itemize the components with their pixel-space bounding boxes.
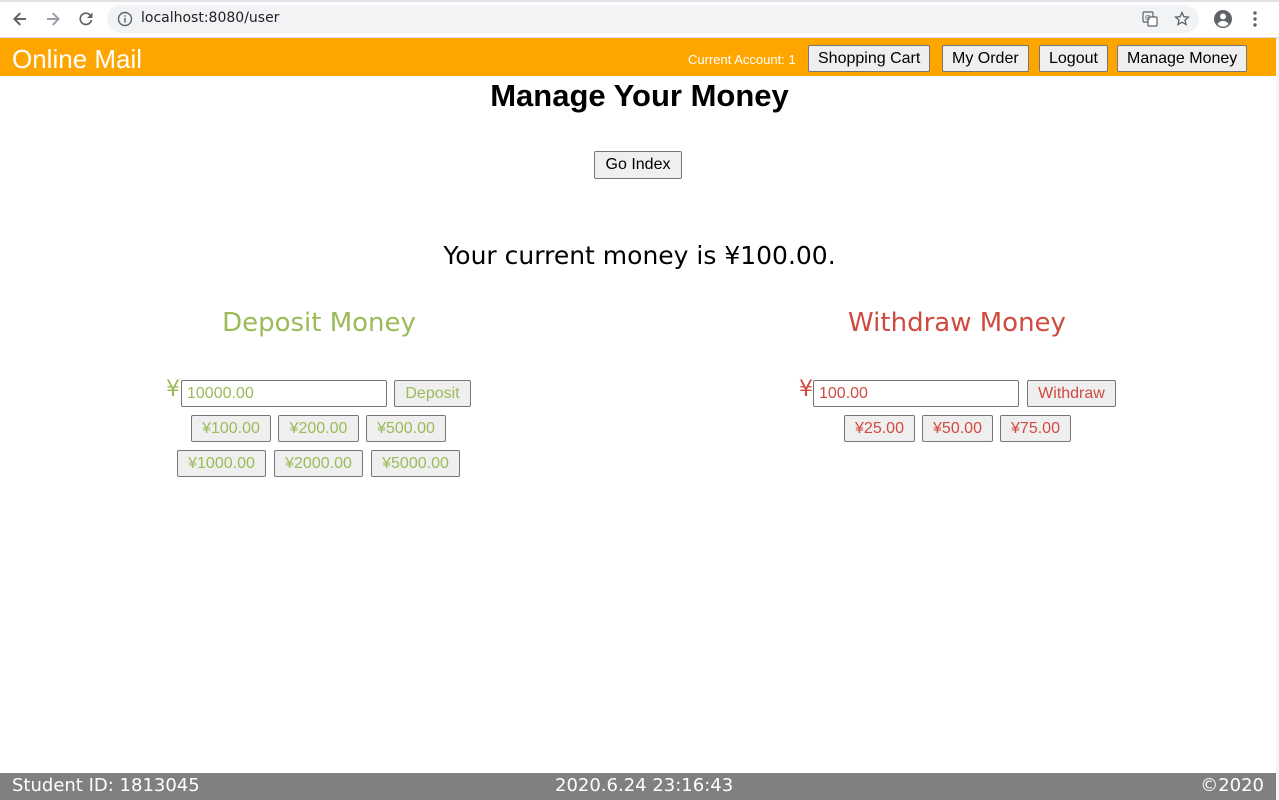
- bookmark-star-icon[interactable]: [1174, 11, 1190, 27]
- datetime-text: 2020.6.24 23:16:43: [555, 775, 734, 796]
- deposit-button[interactable]: Deposit: [394, 380, 471, 407]
- withdraw-quick-25-button[interactable]: ¥25.00: [844, 415, 915, 442]
- forward-arrow-icon: [47, 12, 60, 26]
- withdraw-quick-75-button[interactable]: ¥75.00: [1000, 415, 1071, 442]
- back-arrow-icon: [13, 12, 26, 26]
- shopping-cart-button[interactable]: Shopping Cart: [808, 45, 931, 72]
- more-vert-icon: [1253, 11, 1257, 27]
- site-footer: Student ID: 1813045 2020.6.24 23:16:43 ©…: [0, 773, 1276, 800]
- my-order-button[interactable]: My Order: [942, 45, 1029, 72]
- deposit-amount-input[interactable]: 10000.00: [181, 380, 387, 407]
- url-text[interactable]: localhost:8080/user: [141, 10, 279, 26]
- student-id-text: Student ID: 1813045: [12, 775, 200, 796]
- tab-strip-edge: [0, 0, 1279, 2]
- withdraw-button[interactable]: Withdraw: [1027, 380, 1116, 407]
- withdraw-quick-50-button[interactable]: ¥50.00: [922, 415, 993, 442]
- withdraw-currency-symbol: ¥: [799, 377, 813, 402]
- deposit-title: Deposit Money: [222, 308, 416, 338]
- deposit-quick-500-button[interactable]: ¥500.00: [366, 415, 446, 442]
- deposit-quick-100-button[interactable]: ¥100.00: [191, 415, 271, 442]
- browser-toolbar: localhost:8080/user G: [0, 0, 1279, 38]
- deposit-quick-1000-button[interactable]: ¥1000.00: [177, 450, 266, 477]
- reload-button[interactable]: [75, 8, 97, 30]
- logout-button[interactable]: Logout: [1039, 45, 1108, 72]
- brand-logo[interactable]: Online Mail: [12, 44, 142, 75]
- site-header: Online Mail Current Account: 1 Shopping …: [0, 38, 1276, 76]
- svg-text:G: G: [1145, 14, 1150, 22]
- reload-icon: [79, 12, 93, 26]
- deposit-quick-5000-button[interactable]: ¥5000.00: [371, 450, 460, 477]
- back-button[interactable]: [9, 8, 31, 30]
- current-account-label: Current Account: 1: [688, 52, 796, 67]
- menu-button[interactable]: [1244, 8, 1266, 30]
- deposit-currency-symbol: ¥: [166, 377, 180, 402]
- page-title: Manage Your Money: [490, 78, 789, 113]
- manage-money-button[interactable]: Manage Money: [1117, 45, 1248, 72]
- current-balance-text: Your current money is ¥100.00.: [443, 241, 836, 270]
- go-index-button[interactable]: Go Index: [594, 151, 682, 179]
- account-circle-icon: [1214, 10, 1232, 28]
- withdraw-amount-input[interactable]: 100.00: [813, 380, 1019, 407]
- info-icon[interactable]: [117, 11, 133, 27]
- translate-icon[interactable]: G: [1142, 11, 1158, 27]
- forward-button[interactable]: [42, 8, 64, 30]
- copyright-text: ©2020: [1200, 775, 1264, 796]
- withdraw-title: Withdraw Money: [848, 308, 1066, 338]
- profile-button[interactable]: [1212, 8, 1234, 30]
- deposit-quick-200-button[interactable]: ¥200.00: [278, 415, 359, 442]
- deposit-quick-2000-button[interactable]: ¥2000.00: [274, 450, 363, 477]
- address-bar[interactable]: localhost:8080/user G: [107, 5, 1199, 33]
